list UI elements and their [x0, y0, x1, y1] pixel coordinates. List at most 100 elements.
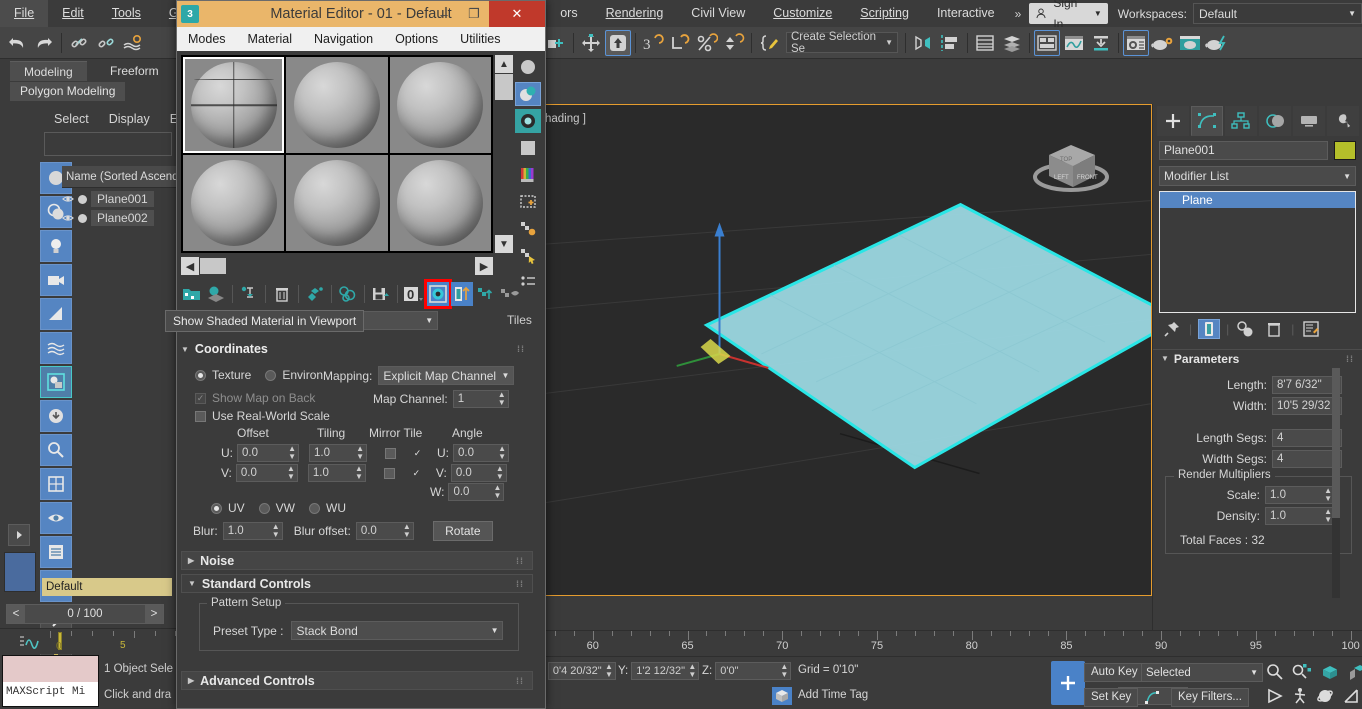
filter-cameras-button[interactable] — [40, 264, 72, 296]
spinner-arrows-icon[interactable]: ▲▼ — [498, 445, 506, 461]
coordinates-rollout-header[interactable]: ▼ Coordinates ⁞⁞ — [181, 339, 533, 359]
maxscript-input-area[interactable] — [3, 656, 98, 682]
percent-snap-button[interactable] — [694, 30, 720, 56]
u-tile-checkbox[interactable]: ✓ — [412, 448, 423, 459]
density-input[interactable]: 1.0 ▲ ▼ — [1265, 507, 1335, 525]
scene-explorer-search-input[interactable] — [44, 132, 172, 156]
spinner-arrows-icon[interactable]: ▲▼ — [494, 484, 502, 500]
options-button[interactable] — [515, 217, 541, 241]
filter-layers-button[interactable] — [40, 536, 72, 568]
edit-named-selection-button[interactable] — [756, 30, 782, 56]
ribbon-subtab-polygon-modeling[interactable]: Polygon Modeling — [10, 82, 126, 101]
orbit-icon[interactable] — [1316, 687, 1334, 705]
material-sample-slots[interactable] — [181, 55, 493, 253]
spinner-arrows-icon[interactable]: ▲▼ — [605, 663, 613, 679]
spinner-arrows-icon[interactable]: ▲▼ — [287, 465, 295, 481]
modifier-stack[interactable]: Plane — [1159, 191, 1356, 313]
spinner-snap-button[interactable] — [721, 30, 747, 56]
track-view-curve-icon[interactable] — [18, 633, 40, 651]
me-menu-options[interactable]: Options — [384, 27, 449, 51]
render-production-button[interactable] — [1204, 30, 1230, 56]
video-color-check-button[interactable] — [515, 163, 541, 187]
menu-overflow-icon[interactable]: » — [1009, 7, 1028, 21]
material-editor-dialog[interactable]: 3 Material Editor - 01 - Default – ❐ ✕ M… — [176, 0, 546, 709]
get-material-button[interactable] — [181, 282, 203, 306]
y-input[interactable]: 1'2 12/32" ▲ ▼ — [631, 662, 700, 680]
filter-import-button[interactable] — [40, 400, 72, 432]
undo-button[interactable] — [4, 30, 30, 56]
list-item[interactable]: Plane002 — [62, 209, 178, 227]
select-by-material-button[interactable] — [515, 244, 541, 268]
make-unique-button[interactable] — [1235, 319, 1257, 339]
remove-modifier-button[interactable] — [1263, 319, 1285, 339]
noise-rollout-header[interactable]: ▶ Noise ⁞⁞ — [181, 551, 533, 570]
z-input[interactable]: 0'0" ▲ ▼ — [715, 662, 792, 680]
maximize-viewport-icon[interactable] — [1342, 687, 1360, 705]
sample-slot-6[interactable] — [389, 155, 491, 251]
sample-slots-scrollbar[interactable]: ▲ ▼ — [495, 55, 513, 253]
select-and-move-button[interactable] — [578, 30, 604, 56]
uv-radio[interactable] — [211, 502, 222, 514]
modifier-list-dropdown[interactable]: Modifier List ▼ — [1159, 166, 1356, 186]
eye-icon[interactable] — [62, 213, 74, 223]
add-time-tag-label[interactable]: Add Time Tag — [798, 689, 868, 701]
field-of-view-icon[interactable] — [1266, 687, 1284, 705]
v-tiling-input[interactable]: 1.0 ▲ ▼ — [307, 464, 366, 482]
set-key-button[interactable]: Set Key — [1084, 688, 1139, 707]
show-end-result-button[interactable] — [1198, 319, 1221, 339]
modifier-stack-item-plane[interactable]: Plane — [1160, 192, 1355, 208]
key-tangent-button[interactable] — [1142, 688, 1164, 707]
select-and-scale-button[interactable]: 3 — [640, 30, 666, 56]
show-end-result-button[interactable] — [450, 282, 473, 306]
list-item[interactable]: Plane001 — [62, 190, 178, 208]
ribbon-tab-modeling[interactable]: Modeling — [10, 61, 87, 81]
filter-lights-button[interactable] — [40, 230, 72, 262]
v-tile-checkbox[interactable]: ✓ — [411, 468, 422, 479]
sample-slots-horizontal-scrollbar[interactable]: ◀ ▶ — [181, 257, 493, 275]
mapping-select[interactable]: Explicit Map Channel ▼ — [378, 366, 515, 385]
mini-track-bar[interactable]: 0 5 — [0, 628, 176, 654]
make-unique-button[interactable] — [337, 282, 359, 306]
zoom-icon[interactable] — [1266, 663, 1284, 681]
sample-uv-tiling-button[interactable] — [515, 136, 541, 160]
u-angle-input[interactable]: 0.0 ▲ ▼ — [453, 444, 509, 462]
advanced-controls-rollout-header[interactable]: ▶ Advanced Controls ⁞⁞ — [181, 671, 533, 690]
filter-selection-button[interactable] — [40, 434, 72, 466]
zoom-all-icon[interactable] — [1292, 663, 1312, 681]
menu-civil-view[interactable]: Civil View — [677, 0, 759, 27]
material-editor-button[interactable] — [1123, 29, 1149, 56]
set-key-mode-button[interactable] — [1051, 661, 1085, 705]
curve-editor-button[interactable] — [1061, 30, 1087, 56]
backlight-button[interactable] — [515, 82, 541, 106]
standard-controls-rollout-header[interactable]: ▼ Standard Controls ⁞⁞ — [181, 574, 533, 593]
selection-set-combo[interactable]: Create Selection Se ▼ — [786, 31, 898, 55]
tab-modify[interactable] — [1191, 106, 1223, 136]
toggle-scene-explorer-button[interactable] — [1034, 29, 1060, 56]
show-material-id-button[interactable]: 0 — [403, 282, 425, 306]
sample-slot-1[interactable] — [183, 57, 285, 153]
w-angle-input[interactable]: 0.0 ▲ ▼ — [448, 483, 505, 501]
go-forward-to-sibling-button[interactable] — [499, 282, 521, 306]
merge-import-button[interactable] — [1088, 30, 1114, 56]
sample-slot-5[interactable] — [286, 155, 388, 251]
blur-input[interactable]: 1.0 ▲ ▼ — [222, 522, 283, 540]
scale-input[interactable]: 1.0 ▲ ▼ — [1265, 486, 1335, 504]
spinner-arrows-icon[interactable]: ▲▼ — [288, 445, 296, 461]
filter-display-button[interactable] — [40, 366, 72, 398]
freeze-dot-icon[interactable] — [78, 194, 87, 204]
prev-frame-button[interactable]: < — [7, 605, 25, 623]
preset-type-select[interactable]: Stack Bond ▼ — [291, 621, 504, 640]
frame-navigation-field[interactable]: < 0 / 100 > — [6, 604, 164, 624]
bind-to-space-warp-button[interactable] — [120, 30, 146, 56]
scene-converter-button[interactable] — [999, 30, 1025, 56]
put-material-to-scene-button[interactable] — [205, 282, 227, 306]
perspective-viewport[interactable]: hading ] TOP LEFT FRONT — [540, 104, 1152, 596]
plane001-object[interactable] — [703, 202, 1151, 470]
scroll-up-button[interactable]: ▲ — [495, 55, 513, 73]
key-mode-select[interactable]: Selected ▼ — [1141, 663, 1263, 682]
spinner-arrows-icon[interactable]: ▲▼ — [498, 391, 506, 407]
object-color-swatch[interactable] — [1334, 141, 1356, 160]
zoom-extents-all-icon[interactable] — [1348, 663, 1362, 681]
ribbon-tab-freeform[interactable]: Freeform — [96, 61, 173, 81]
eye-icon[interactable] — [62, 194, 74, 204]
